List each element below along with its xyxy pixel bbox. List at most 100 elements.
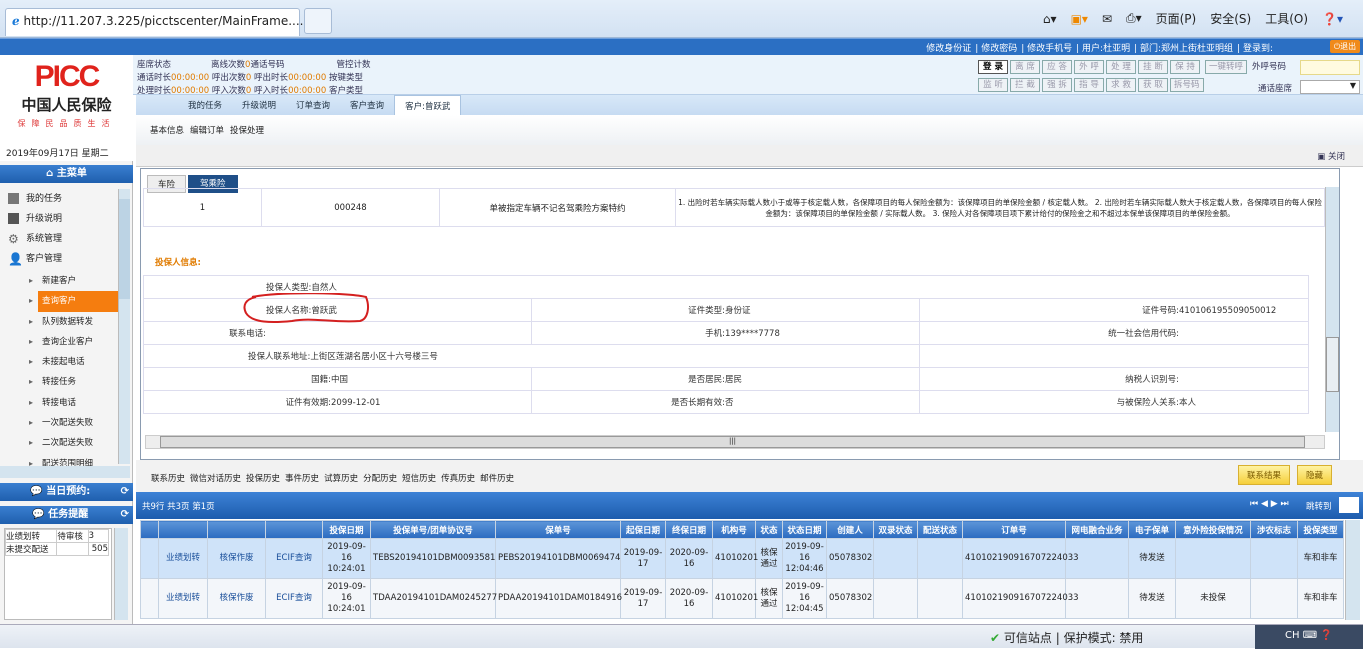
- table-cell[interactable]: ECIF查询: [265, 578, 323, 619]
- column-header[interactable]: 电子保单: [1128, 520, 1176, 539]
- exit-button[interactable]: ⏻退出: [1330, 40, 1360, 53]
- tab-mail-history[interactable]: 邮件历史: [480, 472, 514, 484]
- menu-h-scrollbar[interactable]: [0, 466, 130, 478]
- menu-scrollbar[interactable]: [118, 189, 130, 464]
- hide-button[interactable]: 隐藏: [1297, 465, 1333, 485]
- column-header[interactable]: 配送状态: [917, 520, 963, 539]
- vertical-scrollbar[interactable]: [1325, 187, 1339, 432]
- table-row[interactable]: 业绩划转 核保作废 ECIF查询 2019-09-16 10:24:01 TEBS201…: [140, 538, 1344, 579]
- table-row[interactable]: 业绩划转 核保作废 ECIF查询 2019-09-16 10:24:01 TDAA201…: [140, 578, 1344, 619]
- menu-my-tasks[interactable]: 我的任务: [0, 189, 118, 209]
- force-disconnect-button[interactable]: 强 拆: [1042, 78, 1072, 92]
- table-cell[interactable]: 业绩划转: [158, 578, 208, 619]
- column-header[interactable]: 订单号: [962, 520, 1066, 539]
- language-bar[interactable]: CH ⌨ ❓: [1255, 625, 1363, 649]
- column-header[interactable]: 保单号: [495, 520, 621, 539]
- tab-sms-history[interactable]: 短信历史: [402, 472, 436, 484]
- subnav-basic-info[interactable]: 基本信息: [150, 124, 184, 136]
- submenu-item[interactable]: 查询企业客户: [0, 332, 118, 352]
- column-header[interactable]: 机构号: [712, 520, 756, 539]
- column-header[interactable]: 网电融合业务: [1065, 520, 1129, 539]
- tab-assign-history[interactable]: 分配历史: [363, 472, 397, 484]
- tab-trial-history[interactable]: 试算历史: [324, 472, 358, 484]
- answer-button[interactable]: 应 答: [1042, 60, 1072, 74]
- refresh-icon[interactable]: ⟳: [121, 483, 129, 501]
- hangup-button[interactable]: 挂 断: [1138, 60, 1168, 74]
- table-cell[interactable]: ECIF查询: [265, 538, 323, 579]
- tools-menu[interactable]: 工具(O): [1265, 10, 1308, 27]
- submenu-item[interactable]: 二次配送失败: [0, 433, 118, 453]
- safety-menu[interactable]: 安全(S): [1210, 10, 1251, 27]
- column-header[interactable]: 投保类型: [1297, 520, 1344, 539]
- tab-event-history[interactable]: 事件历史: [285, 472, 319, 484]
- column-header[interactable]: 投保日期: [322, 520, 371, 539]
- close-button[interactable]: ▣ 关闭: [1317, 150, 1345, 162]
- guide-button[interactable]: 指 导: [1074, 78, 1104, 92]
- tab-customer-detail[interactable]: 客户:曾跃武: [394, 95, 462, 115]
- column-header[interactable]: [265, 520, 323, 539]
- scroll-thumb[interactable]: [119, 199, 130, 299]
- mail-icon[interactable]: ✉: [1102, 12, 1112, 26]
- out-number-input[interactable]: [1300, 60, 1360, 75]
- table-cell[interactable]: 核保作废: [207, 538, 266, 579]
- reminder-scrollbar[interactable]: [114, 528, 128, 620]
- edit-password-link[interactable]: 修改密码: [975, 41, 1017, 54]
- process-button[interactable]: 处 理: [1106, 60, 1136, 74]
- home-icon[interactable]: ⌂▾: [1043, 12, 1057, 26]
- seat-select[interactable]: ▼: [1300, 80, 1360, 94]
- menu-system-admin[interactable]: ⚙ 系统管理: [0, 229, 118, 249]
- submenu-item[interactable]: 新建客户: [0, 271, 118, 291]
- edit-id-link[interactable]: 修改身份证: [926, 41, 971, 54]
- list-item[interactable]: 业绩划转 待审核 3: [4, 529, 110, 543]
- column-header[interactable]: 意外险投保情况: [1175, 520, 1251, 539]
- monitor-button[interactable]: 监 听: [978, 78, 1008, 92]
- column-header[interactable]: [158, 520, 208, 539]
- intercept-button[interactable]: 拦 截: [1010, 78, 1040, 92]
- tab-customer-query[interactable]: 客户查询: [340, 95, 394, 115]
- refresh-icon[interactable]: ⟳: [121, 506, 129, 524]
- tab-fax-history[interactable]: 传真历史: [441, 472, 475, 484]
- transfer-button[interactable]: 一键转呼: [1205, 60, 1248, 74]
- tab-wechat-history[interactable]: 微信对话历史: [190, 472, 241, 484]
- submenu-item[interactable]: 查询客户: [29, 291, 118, 312]
- horizontal-scrollbar[interactable]: |||: [145, 435, 1325, 449]
- column-header[interactable]: 状态: [755, 520, 783, 539]
- contact-result-button[interactable]: 联系结果: [1238, 465, 1291, 485]
- grid-scrollbar[interactable]: [1345, 520, 1360, 620]
- menu-customer-admin[interactable]: 👤 客户管理: [0, 249, 118, 269]
- submenu-item[interactable]: 转接电话: [0, 393, 118, 413]
- page-menu[interactable]: 页面(P): [1156, 10, 1197, 27]
- tab-upgrade-notes[interactable]: 升级说明: [232, 95, 286, 115]
- table-cell[interactable]: 业绩划转: [158, 538, 208, 579]
- column-header[interactable]: 双录状态: [873, 520, 918, 539]
- column-header[interactable]: 投保单号/团单协议号: [370, 520, 496, 539]
- submenu-item[interactable]: 转接任务: [0, 372, 118, 392]
- subnav-insurance-process[interactable]: 投保处理: [230, 124, 264, 136]
- jump-page-input[interactable]: [1339, 497, 1359, 513]
- help-request-button[interactable]: 求 救: [1106, 78, 1136, 92]
- menu-upgrade-notes[interactable]: 升级说明: [0, 209, 118, 229]
- submenu-item[interactable]: 一次配送失败: [0, 413, 118, 433]
- print-icon[interactable]: ⎙▾: [1126, 11, 1142, 26]
- list-item[interactable]: 未提交配送 505: [4, 542, 110, 556]
- rss-icon[interactable]: ▣▾: [1071, 12, 1088, 26]
- column-header[interactable]: [140, 520, 159, 539]
- column-header[interactable]: 终保日期: [665, 520, 713, 539]
- browser-tab[interactable]: ℯ http://11.207.3.225/picctscenter/MainF…: [5, 8, 303, 36]
- scroll-thumb[interactable]: [1326, 337, 1339, 392]
- tab-my-tasks[interactable]: 我的任务: [178, 95, 232, 115]
- login-button[interactable]: 登 录: [978, 60, 1008, 74]
- leave-button[interactable]: 离 席: [1010, 60, 1040, 74]
- outbound-button[interactable]: 外 呼: [1074, 60, 1104, 74]
- edit-phone-link[interactable]: 修改手机号: [1021, 41, 1072, 54]
- tab-contact-history[interactable]: 联系历史: [151, 472, 185, 484]
- tab-order-query[interactable]: 订单查询: [286, 95, 340, 115]
- tab-insurance-history[interactable]: 投保历史: [246, 472, 280, 484]
- column-header[interactable]: 创建人: [826, 520, 874, 539]
- scroll-thumb[interactable]: |||: [160, 436, 1305, 448]
- pager-nav-icons[interactable]: ⏮ ◀ ▶ ⏭: [1250, 499, 1289, 509]
- subnav-edit-order[interactable]: 编辑订单: [190, 124, 224, 136]
- new-tab-button[interactable]: [304, 8, 332, 34]
- hold-button[interactable]: 保 持: [1170, 60, 1200, 74]
- submenu-item[interactable]: 未接起电话: [0, 352, 118, 372]
